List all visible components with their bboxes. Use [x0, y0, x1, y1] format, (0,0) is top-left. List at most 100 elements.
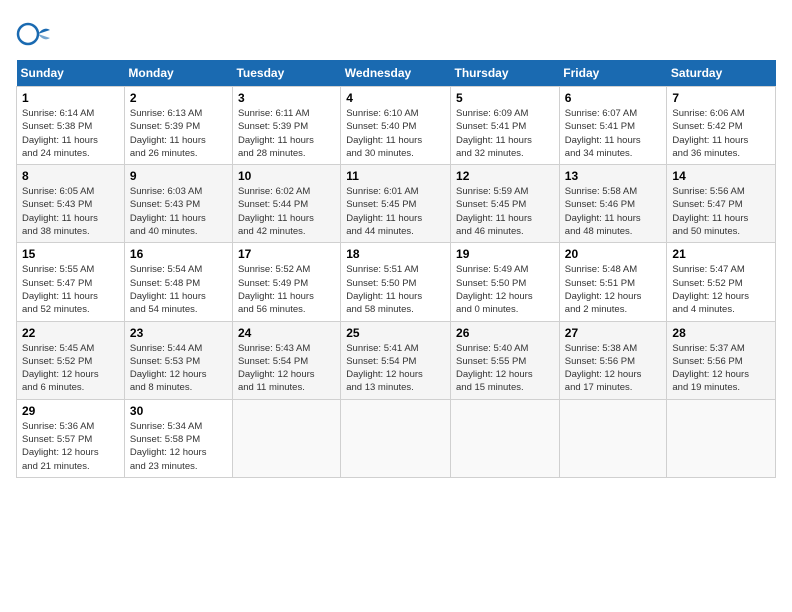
day-number: 18 — [346, 247, 445, 261]
day-number: 7 — [672, 91, 770, 105]
header-sunday: Sunday — [17, 60, 125, 87]
day-cell-2: 2 Sunrise: 6:13 AM Sunset: 5:39 PM Daylig… — [124, 87, 232, 165]
day-info: Sunrise: 5:37 AM Sunset: 5:56 PM Dayligh… — [672, 342, 770, 395]
day-number: 21 — [672, 247, 770, 261]
empty-cell — [341, 399, 451, 477]
day-info: Sunrise: 5:36 AM Sunset: 5:57 PM Dayligh… — [22, 420, 119, 473]
day-number: 8 — [22, 169, 119, 183]
day-number: 17 — [238, 247, 335, 261]
day-cell-20: 20 Sunrise: 5:48 AM Sunset: 5:51 PM Dayli… — [559, 243, 667, 321]
day-cell-17: 17 Sunrise: 5:52 AM Sunset: 5:49 PM Dayli… — [232, 243, 340, 321]
day-info: Sunrise: 5:59 AM Sunset: 5:45 PM Dayligh… — [456, 185, 554, 238]
day-cell-18: 18Sunrise: 5:51 AM Sunset: 5:50 PM Dayli… — [341, 243, 451, 321]
day-number: 26 — [456, 326, 554, 340]
header-thursday: Thursday — [451, 60, 560, 87]
day-info: Sunrise: 5:58 AM Sunset: 5:46 PM Dayligh… — [565, 185, 662, 238]
day-info: Sunrise: 5:55 AM Sunset: 5:47 PM Dayligh… — [22, 263, 119, 316]
day-number: 13 — [565, 169, 662, 183]
day-cell-21: 21 Sunrise: 5:47 AM Sunset: 5:52 PM Dayli… — [667, 243, 776, 321]
day-number: 12 — [456, 169, 554, 183]
day-number: 1 — [22, 91, 119, 105]
day-cell-28: 28 Sunrise: 5:37 AM Sunset: 5:56 PM Dayli… — [667, 321, 776, 399]
day-number: 11 — [346, 169, 445, 183]
day-info: Sunrise: 6:07 AM Sunset: 5:41 PM Dayligh… — [565, 107, 662, 160]
day-info: Sunrise: 5:40 AM Sunset: 5:55 PM Dayligh… — [456, 342, 554, 395]
day-number: 5 — [456, 91, 554, 105]
day-number: 23 — [130, 326, 227, 340]
day-cell-1: 1 Sunrise: 6:14 AM Sunset: 5:38 PM Daylig… — [17, 87, 125, 165]
day-cell-16: 16Sunrise: 5:54 AM Sunset: 5:48 PM Dayli… — [124, 243, 232, 321]
day-cell-11: 11 Sunrise: 6:01 AM Sunset: 5:45 PM Dayli… — [341, 165, 451, 243]
day-number: 16 — [130, 247, 227, 261]
day-info: Sunrise: 6:02 AM Sunset: 5:44 PM Dayligh… — [238, 185, 335, 238]
day-cell-23: 23 Sunrise: 5:44 AM Sunset: 5:53 PM Dayli… — [124, 321, 232, 399]
day-number: 19 — [456, 247, 554, 261]
day-cell-19: 19 Sunrise: 5:49 AM Sunset: 5:50 PM Dayli… — [451, 243, 560, 321]
day-cell-25: 25Sunrise: 5:41 AM Sunset: 5:54 PM Dayli… — [341, 321, 451, 399]
header-monday: Monday — [124, 60, 232, 87]
calendar-week-3: 15Sunrise: 5:55 AM Sunset: 5:47 PM Dayli… — [17, 243, 776, 321]
day-info: Sunrise: 5:47 AM Sunset: 5:52 PM Dayligh… — [672, 263, 770, 316]
day-info: Sunrise: 6:13 AM Sunset: 5:39 PM Dayligh… — [130, 107, 227, 160]
empty-cell — [667, 399, 776, 477]
day-number: 6 — [565, 91, 662, 105]
day-number: 25 — [346, 326, 445, 340]
calendar-header-row: SundayMondayTuesdayWednesdayThursdayFrid… — [17, 60, 776, 87]
day-cell-5: 5 Sunrise: 6:09 AM Sunset: 5:41 PM Daylig… — [451, 87, 560, 165]
day-cell-13: 13 Sunrise: 5:58 AM Sunset: 5:46 PM Dayli… — [559, 165, 667, 243]
day-cell-27: 27Sunrise: 5:38 AM Sunset: 5:56 PM Dayli… — [559, 321, 667, 399]
day-info: Sunrise: 5:49 AM Sunset: 5:50 PM Dayligh… — [456, 263, 554, 316]
day-info: Sunrise: 6:01 AM Sunset: 5:45 PM Dayligh… — [346, 185, 445, 238]
logo — [16, 16, 56, 52]
day-info: Sunrise: 5:48 AM Sunset: 5:51 PM Dayligh… — [565, 263, 662, 316]
page-header — [16, 16, 776, 52]
day-cell-7: 7 Sunrise: 6:06 AM Sunset: 5:42 PM Daylig… — [667, 87, 776, 165]
day-info: Sunrise: 5:52 AM Sunset: 5:49 PM Dayligh… — [238, 263, 335, 316]
day-info: Sunrise: 6:10 AM Sunset: 5:40 PM Dayligh… — [346, 107, 445, 160]
day-number: 24 — [238, 326, 335, 340]
logo-icon — [16, 16, 52, 52]
day-number: 10 — [238, 169, 335, 183]
calendar-week-5: 29 Sunrise: 5:36 AM Sunset: 5:57 PM Dayli… — [17, 399, 776, 477]
day-cell-4: 4 Sunrise: 6:10 AM Sunset: 5:40 PM Daylig… — [341, 87, 451, 165]
day-number: 14 — [672, 169, 770, 183]
day-info: Sunrise: 6:11 AM Sunset: 5:39 PM Dayligh… — [238, 107, 335, 160]
day-cell-6: 6 Sunrise: 6:07 AM Sunset: 5:41 PM Daylig… — [559, 87, 667, 165]
header-wednesday: Wednesday — [341, 60, 451, 87]
day-info: Sunrise: 6:06 AM Sunset: 5:42 PM Dayligh… — [672, 107, 770, 160]
day-number: 3 — [238, 91, 335, 105]
day-cell-3: 3 Sunrise: 6:11 AM Sunset: 5:39 PM Daylig… — [232, 87, 340, 165]
day-number: 2 — [130, 91, 227, 105]
day-info: Sunrise: 6:05 AM Sunset: 5:43 PM Dayligh… — [22, 185, 119, 238]
day-info: Sunrise: 5:43 AM Sunset: 5:54 PM Dayligh… — [238, 342, 335, 395]
day-number: 27 — [565, 326, 662, 340]
day-info: Sunrise: 5:45 AM Sunset: 5:52 PM Dayligh… — [22, 342, 119, 395]
day-info: Sunrise: 6:14 AM Sunset: 5:38 PM Dayligh… — [22, 107, 119, 160]
day-number: 9 — [130, 169, 227, 183]
day-cell-30: 30 Sunrise: 5:34 AM Sunset: 5:58 PM Dayli… — [124, 399, 232, 477]
day-info: Sunrise: 6:09 AM Sunset: 5:41 PM Dayligh… — [456, 107, 554, 160]
day-cell-15: 15Sunrise: 5:55 AM Sunset: 5:47 PM Dayli… — [17, 243, 125, 321]
day-cell-9: 9 Sunrise: 6:03 AM Sunset: 5:43 PM Daylig… — [124, 165, 232, 243]
day-cell-26: 26 Sunrise: 5:40 AM Sunset: 5:55 PM Dayli… — [451, 321, 560, 399]
day-cell-22: 22Sunrise: 5:45 AM Sunset: 5:52 PM Dayli… — [17, 321, 125, 399]
header-tuesday: Tuesday — [232, 60, 340, 87]
header-friday: Friday — [559, 60, 667, 87]
day-cell-14: 14Sunrise: 5:56 AM Sunset: 5:47 PM Dayli… — [667, 165, 776, 243]
day-info: Sunrise: 5:34 AM Sunset: 5:58 PM Dayligh… — [130, 420, 227, 473]
day-cell-10: 10 Sunrise: 6:02 AM Sunset: 5:44 PM Dayli… — [232, 165, 340, 243]
day-number: 20 — [565, 247, 662, 261]
day-info: Sunrise: 6:03 AM Sunset: 5:43 PM Dayligh… — [130, 185, 227, 238]
calendar-table: SundayMondayTuesdayWednesdayThursdayFrid… — [16, 60, 776, 478]
calendar-week-4: 22Sunrise: 5:45 AM Sunset: 5:52 PM Dayli… — [17, 321, 776, 399]
day-cell-29: 29 Sunrise: 5:36 AM Sunset: 5:57 PM Dayli… — [17, 399, 125, 477]
day-cell-8: 8 Sunrise: 6:05 AM Sunset: 5:43 PM Daylig… — [17, 165, 125, 243]
day-cell-12: 12 Sunrise: 5:59 AM Sunset: 5:45 PM Dayli… — [451, 165, 560, 243]
day-number: 4 — [346, 91, 445, 105]
calendar-week-2: 8 Sunrise: 6:05 AM Sunset: 5:43 PM Daylig… — [17, 165, 776, 243]
header-saturday: Saturday — [667, 60, 776, 87]
day-number: 29 — [22, 404, 119, 418]
day-number: 30 — [130, 404, 227, 418]
day-info: Sunrise: 5:44 AM Sunset: 5:53 PM Dayligh… — [130, 342, 227, 395]
day-number: 28 — [672, 326, 770, 340]
